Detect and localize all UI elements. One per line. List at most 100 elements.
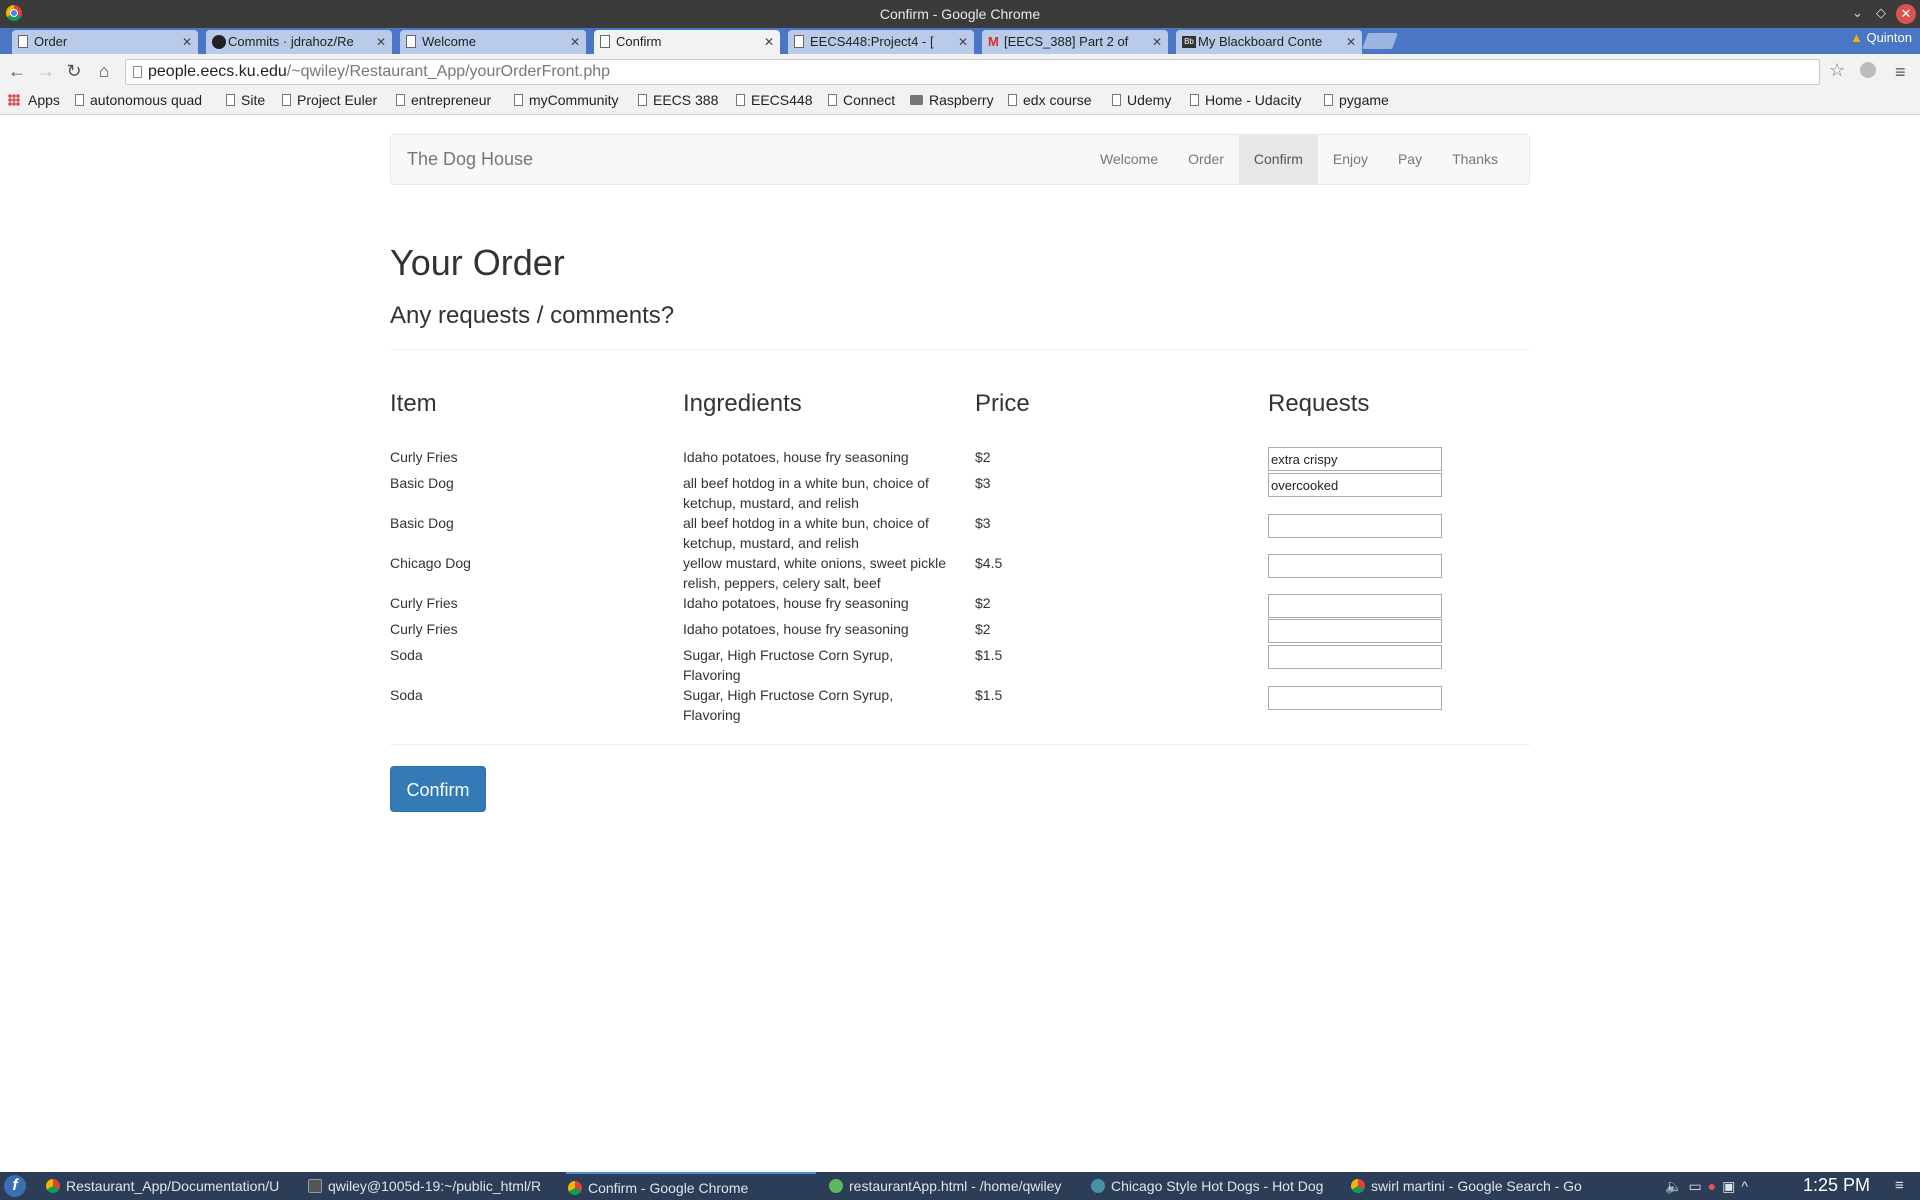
page-icon bbox=[638, 94, 647, 106]
reload-icon[interactable]: ↻ bbox=[64, 61, 84, 82]
request-input[interactable] bbox=[1268, 686, 1442, 710]
fedora-menu-icon[interactable]: f bbox=[4, 1175, 26, 1197]
close-tab-icon[interactable]: ✕ bbox=[1152, 30, 1162, 54]
nav-enjoy[interactable]: Enjoy bbox=[1318, 135, 1383, 184]
taskbar-task[interactable]: restaurantApp.html - /home/qwiley bbox=[827, 1172, 1077, 1200]
alert-icon[interactable]: ● bbox=[1708, 1178, 1722, 1194]
bookmark-star-icon[interactable]: ☆ bbox=[1829, 60, 1845, 81]
item-price: $2 bbox=[975, 449, 991, 465]
minimize-icon[interactable]: ⌄ bbox=[1852, 5, 1863, 21]
page-icon bbox=[794, 35, 804, 48]
close-tab-icon[interactable]: ✕ bbox=[764, 30, 774, 54]
page-icon bbox=[406, 35, 416, 48]
taskbar-task[interactable]: qwiley@1005d-19:~/public_html/R bbox=[306, 1172, 556, 1200]
bookmark-entrepreneur[interactable]: entrepreneur bbox=[396, 92, 491, 108]
address-bar[interactable]: people.eecs.ku.edu/~qwiley/Restaurant_Ap… bbox=[125, 59, 1820, 85]
nav-welcome[interactable]: Welcome bbox=[1085, 135, 1173, 184]
item-price: $3 bbox=[975, 475, 991, 491]
tab-commits[interactable]: Commits · jdrahoz/Re ✕ bbox=[206, 30, 392, 54]
extension-icon[interactable] bbox=[1860, 62, 1876, 78]
close-tab-icon[interactable]: ✕ bbox=[1346, 30, 1356, 54]
tab-order[interactable]: Order ✕ bbox=[12, 30, 198, 54]
column-header-item: Item bbox=[390, 390, 437, 417]
request-input[interactable] bbox=[1268, 645, 1442, 669]
column-header-requests: Requests bbox=[1268, 390, 1370, 417]
warning-icon: ▲ bbox=[1849, 30, 1863, 45]
request-input[interactable] bbox=[1268, 554, 1442, 578]
maximize-icon[interactable]: ◇ bbox=[1876, 5, 1886, 21]
item-name: Curly Fries bbox=[390, 621, 458, 637]
back-icon[interactable]: ← bbox=[7, 61, 27, 82]
bookmark-connect[interactable]: Connect bbox=[828, 92, 895, 108]
tab-confirm[interactable]: Confirm ✕ bbox=[594, 30, 780, 54]
item-name: Soda bbox=[390, 647, 423, 663]
window-titlebar: Confirm - Google Chrome ⌄ ◇ ✕ bbox=[0, 0, 1920, 28]
column-header-ingredients: Ingredients bbox=[683, 390, 802, 417]
page-icon bbox=[282, 94, 291, 106]
close-tab-icon[interactable]: ✕ bbox=[182, 30, 192, 54]
bookmark-eecs388[interactable]: EECS 388 bbox=[638, 92, 718, 108]
bookmark-udemy[interactable]: Udemy bbox=[1112, 92, 1171, 108]
taskbar-menu-icon[interactable]: ≡ bbox=[1895, 1177, 1904, 1194]
taskbar-task[interactable]: Restaurant_App/Documentation/U bbox=[44, 1172, 284, 1200]
close-tab-icon[interactable]: ✕ bbox=[958, 30, 968, 54]
nav-order[interactable]: Order bbox=[1173, 135, 1239, 184]
tab-eecs448-project4[interactable]: EECS448:Project4 - [ ✕ bbox=[788, 30, 974, 54]
system-tray[interactable]: 🔈▭●▣^ bbox=[1665, 1178, 1754, 1195]
blackboard-icon: Bb bbox=[1182, 36, 1196, 48]
item-price: $1.5 bbox=[975, 687, 1003, 703]
item-ingredients: Sugar, High Fructose Corn Syrup, Flavori… bbox=[683, 687, 894, 723]
bookmark-autonomous-quad[interactable]: autonomous quad bbox=[75, 92, 202, 108]
taskbar-task[interactable]: swirl martini - Google Search - Go bbox=[1349, 1172, 1599, 1200]
request-input[interactable] bbox=[1268, 619, 1442, 643]
bookmark-edx-course[interactable]: edx course bbox=[1008, 92, 1091, 108]
home-icon[interactable]: ⌂ bbox=[94, 61, 114, 82]
tray-expand-icon[interactable]: ^ bbox=[1741, 1178, 1754, 1194]
close-tab-icon[interactable]: ✕ bbox=[376, 30, 386, 54]
request-input[interactable] bbox=[1268, 594, 1442, 618]
confirm-button[interactable]: Confirm bbox=[390, 766, 486, 812]
clipboard-icon[interactable]: ▭ bbox=[1688, 1178, 1707, 1194]
forward-icon[interactable]: → bbox=[36, 61, 56, 82]
tab-eecs388-mail[interactable]: M [EECS_388] Part 2 of ✕ bbox=[982, 30, 1168, 54]
item-name: Curly Fries bbox=[390, 595, 458, 611]
close-window-button[interactable]: ✕ bbox=[1896, 4, 1916, 24]
bookmark-mycommunity[interactable]: myCommunity bbox=[514, 92, 618, 108]
tab-blackboard[interactable]: Bb My Blackboard Conte ✕ bbox=[1176, 30, 1362, 54]
item-name: Soda bbox=[390, 687, 423, 703]
taskbar-task[interactable]: Confirm - Google Chrome bbox=[566, 1172, 816, 1200]
request-input[interactable] bbox=[1268, 447, 1442, 471]
taskbar-task[interactable]: Chicago Style Hot Dogs - Hot Dog bbox=[1089, 1172, 1329, 1200]
bookmark-pygame[interactable]: pygame bbox=[1324, 92, 1389, 108]
item-ingredients: all beef hotdog in a white bun, choice o… bbox=[683, 475, 929, 511]
nav-thanks[interactable]: Thanks bbox=[1437, 135, 1513, 184]
page-icon bbox=[1112, 94, 1121, 106]
bookmark-apps[interactable]: Apps bbox=[8, 92, 60, 108]
page-icon bbox=[736, 94, 745, 106]
github-icon bbox=[212, 35, 226, 49]
bookmark-project-euler[interactable]: Project Euler bbox=[282, 92, 377, 108]
bookmark-eecs448[interactable]: EECS448 bbox=[736, 92, 812, 108]
chrome-icon bbox=[568, 1181, 582, 1195]
chrome-menu-icon[interactable]: ≡ bbox=[1895, 62, 1906, 83]
request-input[interactable] bbox=[1268, 473, 1442, 497]
page-info-icon[interactable] bbox=[133, 66, 142, 78]
nav-confirm[interactable]: Confirm bbox=[1238, 135, 1318, 184]
bookmark-site[interactable]: Site bbox=[226, 92, 265, 108]
profile-button[interactable]: ▲ Quinton bbox=[1850, 30, 1912, 45]
item-name: Curly Fries bbox=[390, 449, 458, 465]
item-name: Basic Dog bbox=[390, 475, 454, 491]
item-ingredients: Sugar, High Fructose Corn Syrup, Flavori… bbox=[683, 647, 894, 683]
display-icon[interactable]: ▣ bbox=[1722, 1178, 1741, 1194]
site-brand[interactable]: The Dog House bbox=[407, 149, 533, 170]
tab-welcome[interactable]: Welcome ✕ bbox=[400, 30, 586, 54]
taskbar-clock[interactable]: 1:25 PM bbox=[1803, 1175, 1870, 1196]
volume-icon[interactable]: 🔈 bbox=[1665, 1178, 1688, 1194]
nav-pay[interactable]: Pay bbox=[1383, 135, 1437, 184]
new-tab-button[interactable] bbox=[1362, 33, 1398, 49]
request-input[interactable] bbox=[1268, 514, 1442, 538]
bookmark-udacity[interactable]: Home - Udacity bbox=[1190, 92, 1301, 108]
page-icon bbox=[1190, 94, 1199, 106]
close-tab-icon[interactable]: ✕ bbox=[570, 30, 580, 54]
bookmark-folder-raspberry[interactable]: Raspberry bbox=[910, 92, 994, 108]
